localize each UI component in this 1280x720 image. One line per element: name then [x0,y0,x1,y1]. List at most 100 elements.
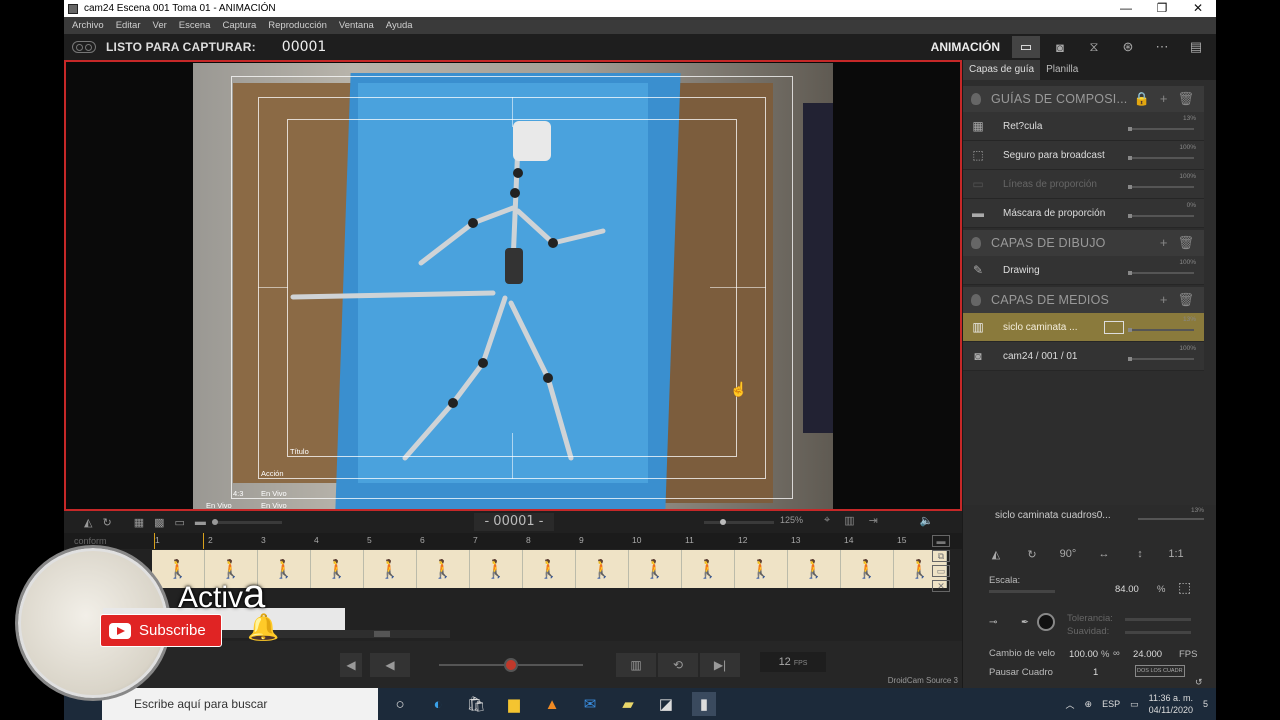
layer-opacity-slider[interactable] [1128,214,1194,218]
file-explorer-icon[interactable]: ▆ [502,692,526,716]
rotate-90-button[interactable]: 90° [1057,543,1079,565]
opacity-slider[interactable] [211,518,282,525]
loop-button[interactable]: ⟲ [658,653,698,677]
playhead[interactable] [154,533,204,549]
frame-thumbnail[interactable]: 🚶 [682,550,735,588]
capture-viewer[interactable]: Título Acción 4:3 En Vivo En Vivo En Viv… [64,60,962,511]
playback-fps[interactable]: 12 FPS [760,652,826,672]
dragonframe-taskbar-icon[interactable]: ▮ [692,692,716,716]
menu-archivo[interactable]: Archivo [72,20,104,31]
menu-ver[interactable]: Ver [153,20,167,31]
layer-opacity-slider[interactable] [1138,518,1204,520]
layout-toggle-icon[interactable]: ▤ [1182,36,1210,58]
frame-thumbnail[interactable]: 🚶 [311,550,364,588]
frame-thumbnail[interactable]: 🚶 [205,550,258,588]
pause-frame-value[interactable]: 1 [1093,667,1098,678]
layer-ratio-lines[interactable]: ▭ Líneas de proporción 100% [963,170,1204,199]
delete-icon[interactable]: 🗑 [1177,235,1194,251]
layer-grid[interactable]: ▦ Ret?cula 13% [963,112,1204,141]
frame-thumbnail[interactable]: 🚶 [152,550,205,588]
fit-height-icon[interactable]: ↕ [1129,543,1151,565]
tray-chevron-icon[interactable]: ︿ [1066,698,1075,711]
edge-icon[interactable]: ◐ [426,692,450,716]
frame-thumbnail[interactable]: 🚶 [523,550,576,588]
store-icon[interactable]: 🛍 [464,692,488,716]
motion-control-icon[interactable]: ⊛ [1114,36,1142,58]
all-frames-button[interactable]: DOS LOS CUADR [1135,665,1185,677]
link-icon[interactable]: ∞ [1113,648,1120,659]
layer-drawing[interactable]: ✎ Drawing 100% [963,256,1204,285]
notification-count[interactable]: 5 [1203,699,1208,709]
mask-toggle-icon[interactable]: ▬ [195,516,206,528]
play-back-button[interactable]: ◀ [370,653,410,677]
tolerance-slider[interactable] [1125,618,1191,621]
layer-opacity-slider[interactable] [1128,271,1194,275]
layer-opacity-slider[interactable] [1128,328,1194,332]
frame-thumbnail[interactable]: 🚶 [364,550,417,588]
filmstrip-icon[interactable]: ▥ [844,514,854,527]
frame-thumbnail[interactable]: 🚶 [576,550,629,588]
flip-icon[interactable]: ◭ [985,543,1007,565]
scale-value[interactable]: 84.00 [1115,584,1139,595]
shuttle-knob[interactable] [504,658,518,672]
lock-icon[interactable]: 🔒 [1134,91,1150,107]
fit-frame-icon[interactable]: ⬚ [1178,579,1191,596]
speed-value[interactable]: 100.00 [1069,649,1098,660]
step-back-button[interactable]: ◀ [340,653,362,677]
menu-editar[interactable]: Editar [116,20,141,31]
add-icon[interactable]: + [1160,292,1168,308]
layer-opacity-slider[interactable] [1128,185,1194,189]
section-toggle-icon[interactable] [971,93,981,105]
menu-escena[interactable]: Escena [179,20,211,31]
refresh-icon[interactable]: ↻ [102,516,111,529]
minimize-button[interactable]: — [1108,0,1144,17]
drawing-layers-section[interactable]: CAPAS DE DIBUJO + 🗑 [963,230,1204,256]
selected-layer-row[interactable]: siclo caminata cuadros0... 13% [963,505,1216,525]
track-view-icon[interactable]: ▬ [932,535,950,547]
frame-thumbnail[interactable]: 🚶 [258,550,311,588]
close-button[interactable]: ✕ [1180,0,1216,17]
volume-icon[interactable]: 🔈 [920,514,934,527]
menu-ayuda[interactable]: Ayuda [386,20,413,31]
export-icon[interactable]: ⇥ [869,514,878,527]
subscribe-button[interactable]: Subscribe [100,614,222,647]
key-color-swatch[interactable] [1037,613,1055,631]
frame-thumbnail[interactable]: 🚶 [629,550,682,588]
eyedropper-icon[interactable]: ✒ [1021,617,1029,628]
fit-width-icon[interactable]: ↔ [1093,543,1115,565]
flip-icon[interactable]: ◭ [84,516,92,529]
frame-thumbnail[interactable]: 🚶 [470,550,523,588]
live-toggle-button[interactable]: ▶| [700,653,740,677]
key-icon[interactable]: ⊸ [989,617,997,628]
vlc-icon[interactable]: ▲ [540,692,564,716]
layer-ratio-mask[interactable]: ▬ Máscara de proporción 0% [963,199,1204,228]
playback-fps-value[interactable]: 24.000 [1133,649,1162,660]
maximize-button[interactable]: ❐ [1144,0,1180,17]
menu-captura[interactable]: Captura [222,20,256,31]
menu-reproduccion[interactable]: Reproducción [268,20,327,31]
frame-thumbnail[interactable]: 🚶 [735,550,788,588]
composition-guides-section[interactable]: GUÍAS DE COMPOSI... 🔒 + 🗑 [963,86,1204,112]
lighting-workspace-icon[interactable]: ⧖ [1080,36,1108,58]
scale-slider[interactable] [989,590,1055,593]
ratio-1-1-button[interactable]: 1:1 [1165,543,1187,565]
layer-broadcast-safe[interactable]: ⬚ Seguro para broadcast 100% [963,141,1204,170]
frame-thumbnail[interactable]: 🚶 [841,550,894,588]
section-toggle-icon[interactable] [971,237,981,249]
sticky-notes-icon[interactable]: ▰ [616,692,640,716]
pinned-app-icon[interactable]: ◪ [654,692,678,716]
layer-opacity-slider[interactable] [1128,127,1194,131]
capture-link-icon[interactable] [72,41,96,53]
media-layers-section[interactable]: CAPAS DE MEDIOS + 🗑 [963,287,1204,313]
tab-x-sheet[interactable]: Planilla [1040,60,1084,80]
tab-guide-layers[interactable]: Capas de guía [963,60,1041,80]
mail-icon[interactable]: ✉ [578,692,602,716]
task-view-icon[interactable]: ○ [388,692,412,716]
frame-toggle-icon[interactable]: ▭ [175,516,185,529]
taskbar-search-input[interactable]: Escribe aquí para buscar [102,688,378,720]
smoothness-slider[interactable] [1125,631,1191,634]
camera-track-icon[interactable]: ⧉ [932,550,950,562]
zoom-slider[interactable] [704,519,774,525]
audio-workspace-icon[interactable]: ⋯ [1148,36,1176,58]
timeline-ruler[interactable]: conform 1 2 3 4 5 6 7 8 9 10 11 12 13 14… [64,533,962,549]
